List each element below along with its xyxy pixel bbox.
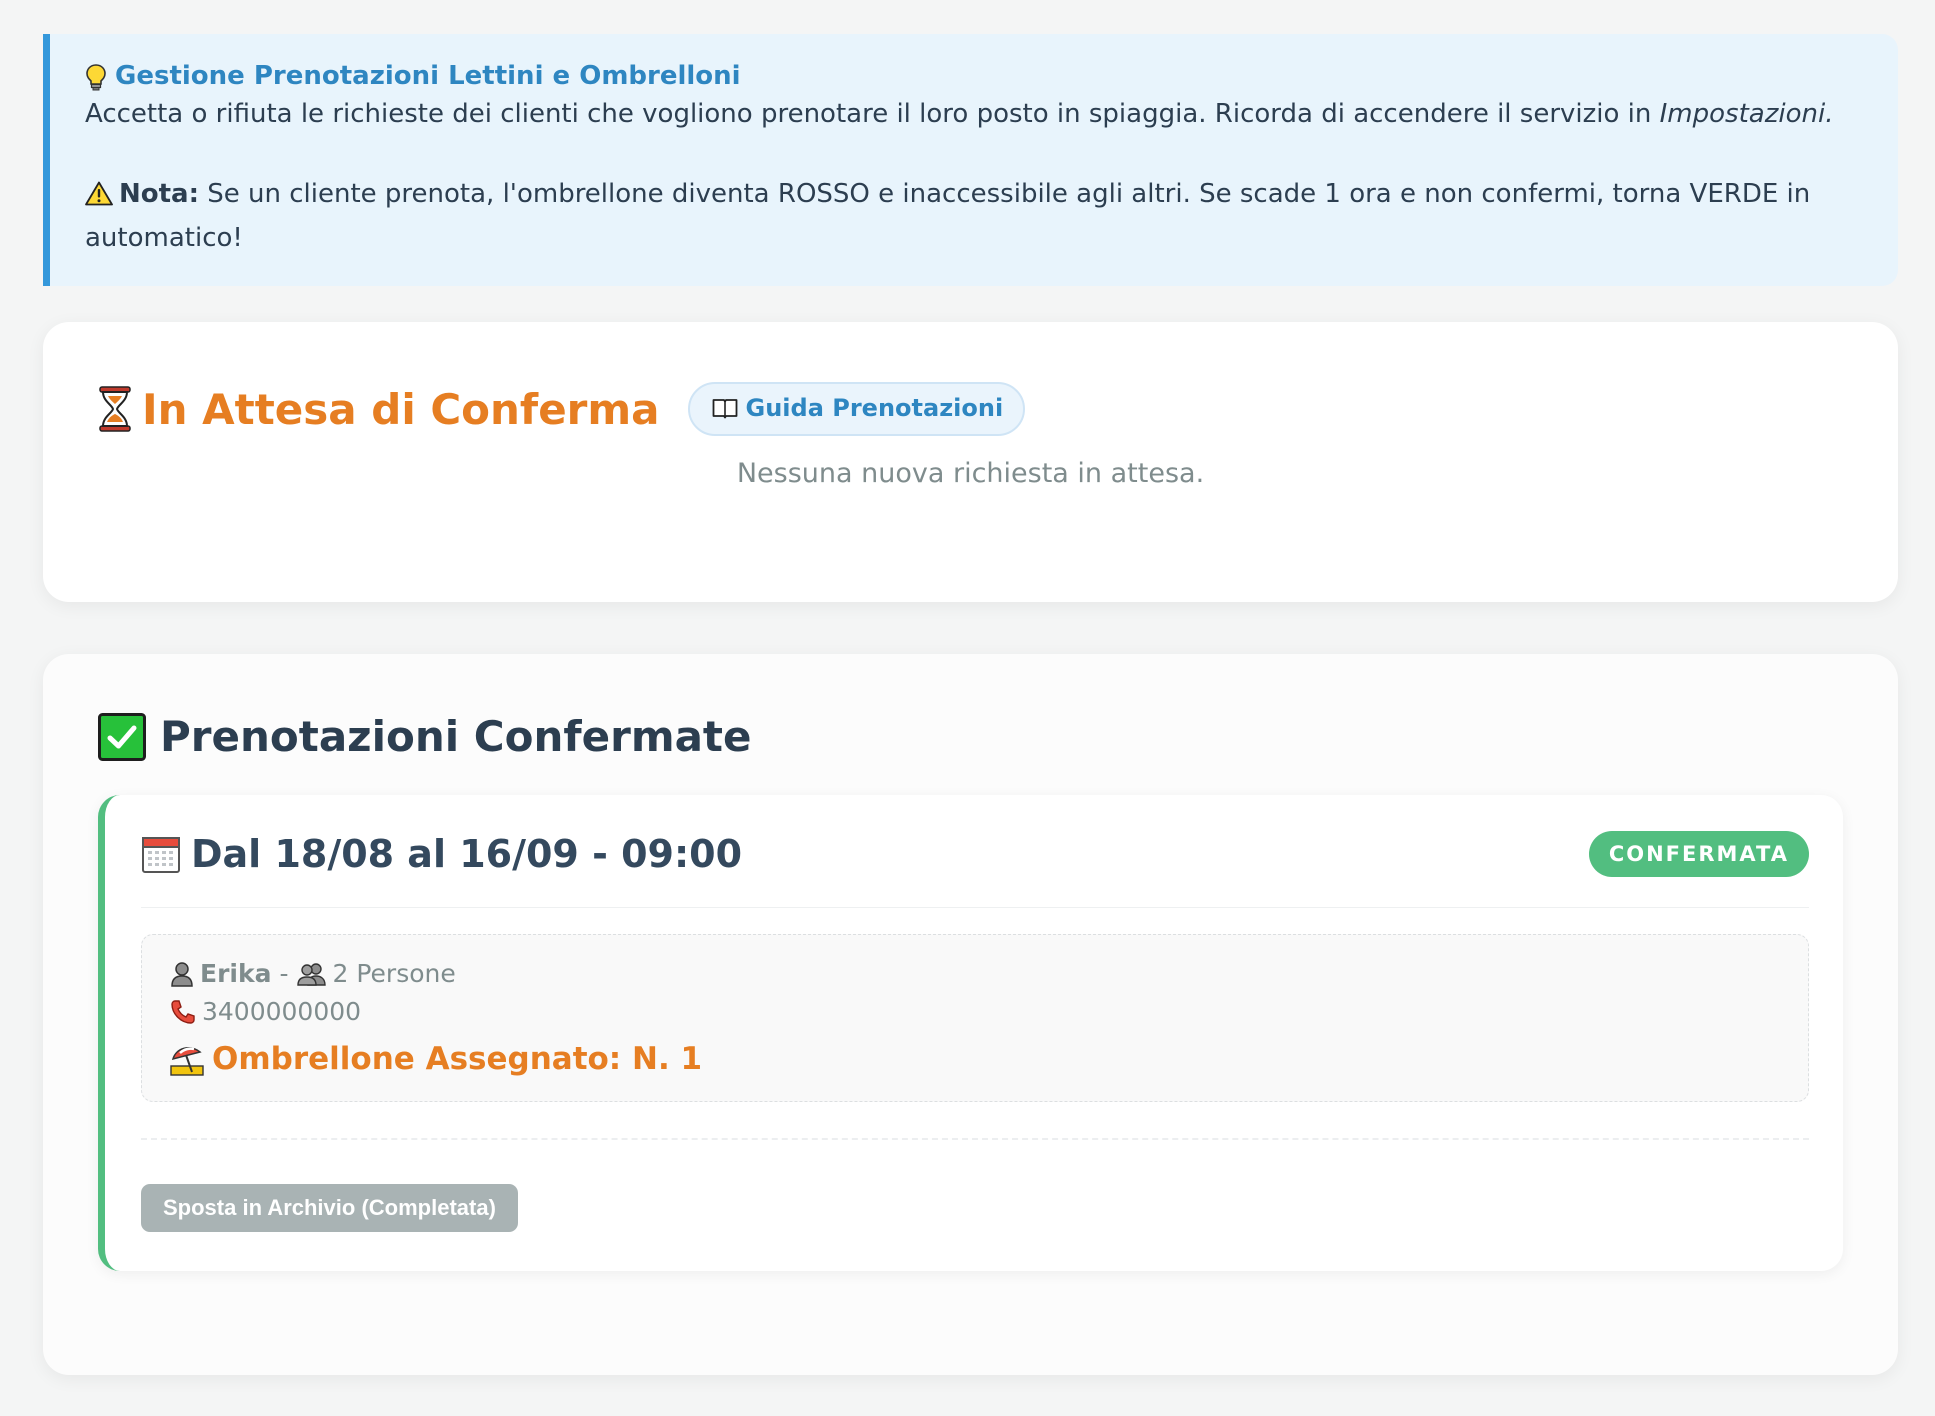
info-box: Gestione Prenotazioni Lettini e Ombrello… <box>43 34 1898 286</box>
booking-guide-label: Guida Prenotazioni <box>745 394 1004 422</box>
umbrella-assignment: Ombrellone Assegnato: N. 1 <box>170 1041 1780 1077</box>
booking-date-text: Dal 18/08 al 16/09 - 09:00 <box>191 832 743 876</box>
note-label: Nota: <box>119 179 199 210</box>
pending-header: In Attesa di Conferma Guida Prenotazioni <box>98 382 1843 436</box>
phone-number: 3400000000 <box>202 997 362 1026</box>
booking-card: Dal 18/08 al 16/09 - 09:00 CONFERMATA Er… <box>98 795 1843 1271</box>
phone-line: 3400000000 <box>170 993 1780 1031</box>
empty-pending-message: Nessuna nuova richiesta in attesa. <box>736 458 1205 489</box>
people-icon <box>296 962 327 986</box>
info-note: Nota: Se un cliente prenota, l'ombrellon… <box>85 174 1858 258</box>
confirmed-title: Prenotazioni Confermate <box>98 712 1843 761</box>
lightbulb-icon <box>85 63 107 91</box>
hourglass-icon <box>98 386 132 432</box>
booking-divider <box>141 1138 1809 1140</box>
archive-button[interactable]: Sposta in Archivio (Completata) <box>141 1184 518 1232</box>
customer-line: Erika - 2 Persone <box>170 955 1780 993</box>
book-icon <box>712 397 738 419</box>
confirmed-title-text: Prenotazioni Confermate <box>160 712 752 761</box>
booking-guide-button[interactable]: Guida Prenotazioni <box>687 382 1026 436</box>
calendar-icon <box>141 834 181 874</box>
umbrella-assignment-text: Ombrellone Assegnato: N. 1 <box>212 1041 703 1077</box>
confirmed-bookings-card: Prenotazioni Confermate Dal 18/08 al 16/… <box>43 654 1898 1375</box>
page: Gestione Prenotazioni Lettini e Ombrello… <box>43 34 1898 1375</box>
info-description: Accetta o rifiuta le richieste dei clien… <box>85 94 1858 134</box>
phone-icon <box>170 999 196 1025</box>
customer-name: Erika <box>200 959 272 988</box>
info-title: Gestione Prenotazioni Lettini e Ombrello… <box>85 61 1858 92</box>
pending-requests-card: In Attesa di Conferma Guida Prenotazioni… <box>43 322 1898 602</box>
pending-title-text: In Attesa di Conferma <box>142 384 660 434</box>
note-text: Se un cliente prenota, l'ombrellone dive… <box>85 179 1811 254</box>
booking-details: Erika - 2 Persone 3400000000 Ombrellone … <box>141 934 1809 1102</box>
beach-umbrella-icon <box>170 1042 204 1076</box>
people-count: 2 Persone <box>332 959 456 988</box>
booking-date: Dal 18/08 al 16/09 - 09:00 <box>141 832 742 876</box>
checkmark-box-icon <box>98 712 146 761</box>
warning-icon <box>85 178 113 218</box>
person-icon <box>170 961 194 987</box>
booking-header: Dal 18/08 al 16/09 - 09:00 CONFERMATA <box>141 831 1809 908</box>
info-title-text: Gestione Prenotazioni Lettini e Ombrello… <box>115 61 741 91</box>
info-description-text: Accetta o rifiuta le richieste dei clien… <box>85 99 1660 130</box>
pending-title: In Attesa di Conferma <box>98 385 660 434</box>
settings-reference: Impostazioni. <box>1659 99 1834 130</box>
customer-separator: - <box>279 959 289 988</box>
status-badge: CONFERMATA <box>1588 831 1809 877</box>
